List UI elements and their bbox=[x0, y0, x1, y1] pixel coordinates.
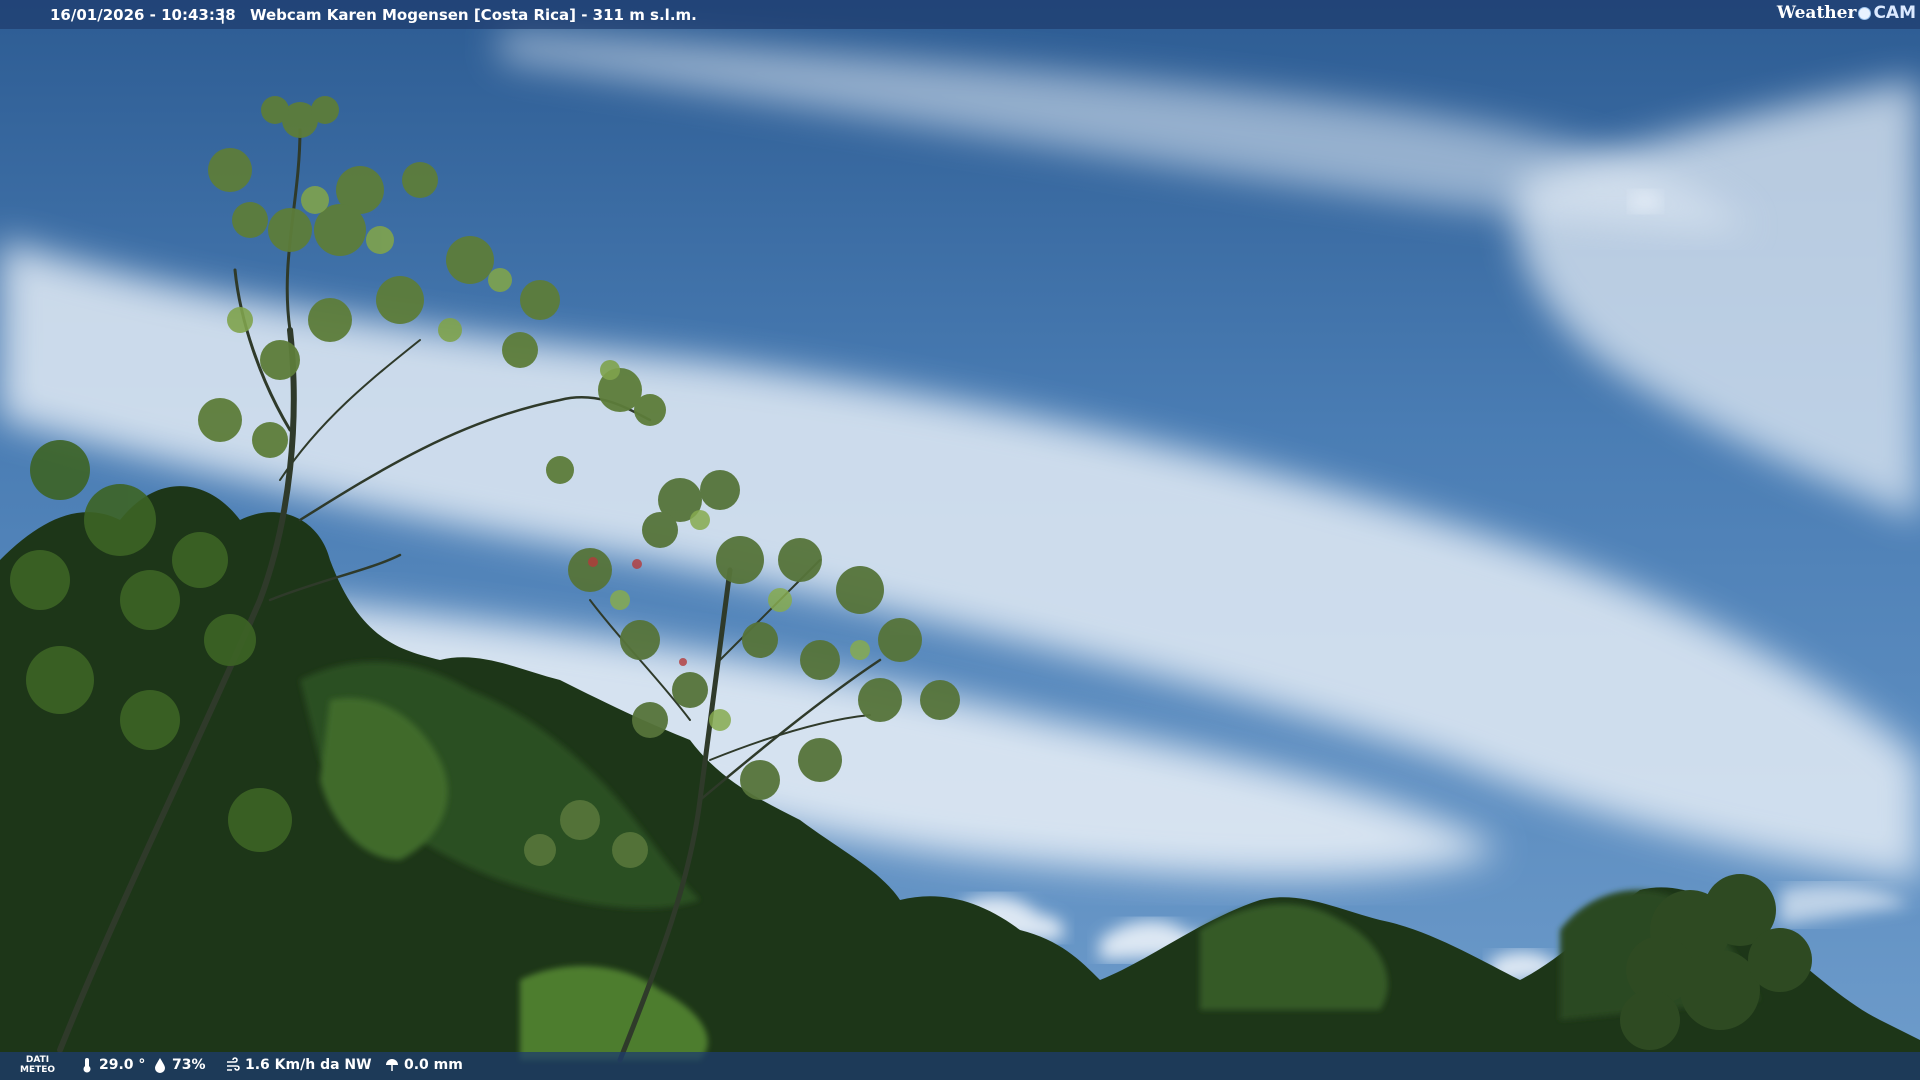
temperature-readout: 29.0 ° bbox=[80, 1057, 145, 1073]
rain-value: 0.0 mm bbox=[404, 1057, 463, 1073]
brand-cam: CAM bbox=[1873, 3, 1916, 23]
rain-readout: 0.0 mm bbox=[385, 1057, 463, 1073]
webcam-title: Webcam Karen Mogensen [Costa Rica] - 311… bbox=[250, 6, 697, 24]
humidity-value: 73% bbox=[172, 1057, 206, 1073]
wind-readout: 1.6 Km/h da NW bbox=[226, 1057, 372, 1073]
meteo-label: DATI METEO bbox=[20, 1055, 56, 1075]
rain-icon bbox=[386, 1059, 398, 1071]
wind-value: 1.6 Km/h da NW bbox=[245, 1057, 372, 1073]
wind-icon bbox=[227, 1057, 240, 1071]
brand-weather: Weather bbox=[1776, 3, 1857, 23]
weather-data-bar: DATI METEO 29.0 ° 73% 1.6 Km/h da NW 0.0… bbox=[0, 1052, 1920, 1080]
temperature-value: 29.0 ° bbox=[99, 1057, 146, 1073]
thermometer-icon bbox=[83, 1058, 91, 1073]
top-info-bar: 16/01/2026 - 10:43:38 | Webcam Karen Mog… bbox=[0, 0, 1920, 29]
timestamp: 16/01/2026 - 10:43:38 bbox=[50, 6, 236, 24]
webcam-scene bbox=[0, 0, 1920, 1080]
weathercam-logo: Weather CAM bbox=[1777, 3, 1916, 23]
droplet-icon bbox=[155, 1058, 165, 1073]
humidity-readout: 73% bbox=[153, 1057, 206, 1073]
separator: | bbox=[220, 6, 226, 24]
sun-dot-icon bbox=[1858, 6, 1872, 20]
